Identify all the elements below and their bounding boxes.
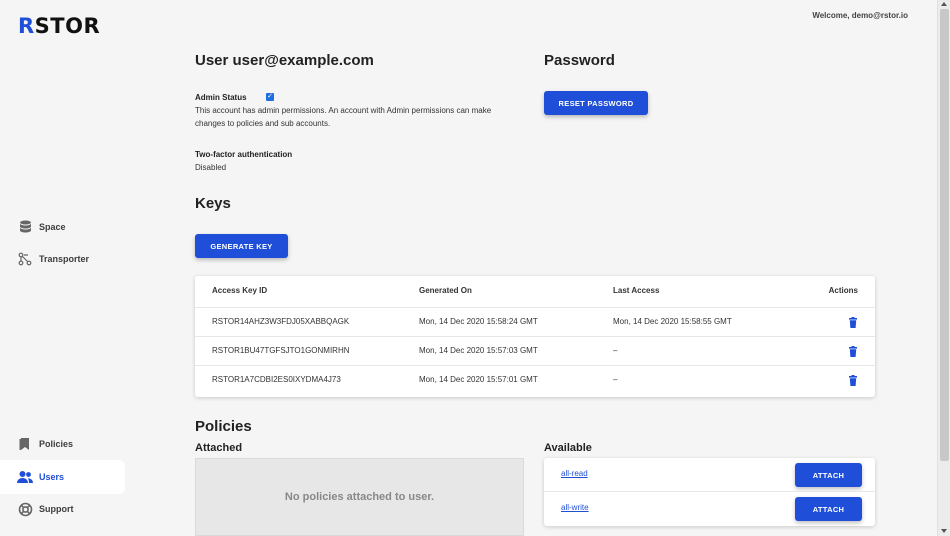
welcome-text: Welcome, demo@rstor.io	[812, 11, 908, 20]
sidebar-item-users[interactable]: Users	[0, 460, 125, 494]
available-policies-list: all-read ATTACH all-write ATTACH	[544, 458, 875, 526]
generated-on: Mon, 14 Dec 2020 15:58:24 GMT	[419, 317, 538, 326]
table-row: RSTOR14AHZ3W3FDJ05XABBQAGK Mon, 14 Dec 2…	[195, 307, 875, 336]
policy-link-all-read[interactable]: all-read	[561, 458, 588, 490]
table-row: RSTOR1BU47TGFSJTO1GONMIRHN Mon, 14 Dec 2…	[195, 336, 875, 365]
reset-password-button[interactable]: RESET PASSWORD	[544, 91, 648, 115]
list-item: all-write ATTACH	[544, 491, 875, 525]
bookmark-icon	[17, 436, 33, 452]
scroll-down-arrow-icon[interactable]	[941, 529, 947, 533]
keys-table: Access Key ID Generated On Last Access A…	[195, 276, 875, 397]
lifebuoy-icon	[17, 501, 33, 517]
list-item: all-read ATTACH	[544, 458, 875, 492]
admin-description-line2: changes to policies and sub accounts.	[195, 119, 331, 128]
table-row: RSTOR1A7CDBI2ES0IXYDMA4J73 Mon, 14 Dec 2…	[195, 365, 875, 394]
access-key-id: RSTOR14AHZ3W3FDJ05XABBQAGK	[212, 317, 350, 326]
keys-table-header: Access Key ID Generated On Last Access A…	[195, 276, 875, 306]
attach-button[interactable]: ATTACH	[795, 463, 862, 487]
two-factor-value: Disabled	[195, 163, 227, 172]
last-access: –	[613, 346, 618, 355]
sidebar: RSTOR Space Transporter Policies Users S…	[0, 0, 130, 536]
admin-status-checkbox[interactable]: ✓	[266, 93, 274, 101]
database-icon	[17, 219, 33, 235]
generate-key-button[interactable]: GENERATE KEY	[195, 234, 288, 258]
sidebar-item-label: Support	[39, 504, 74, 514]
keys-title: Keys	[195, 195, 231, 212]
access-key-id: RSTOR1A7CDBI2ES0IXYDMA4J73	[212, 375, 341, 384]
available-label: Available	[544, 442, 592, 454]
sidebar-item-space[interactable]: Space	[0, 210, 125, 244]
last-access: Mon, 14 Dec 2020 15:58:55 GMT	[613, 317, 732, 326]
sidebar-item-label: Transporter	[39, 254, 90, 264]
rstor-logo[interactable]: RSTOR	[18, 14, 100, 38]
two-factor-label: Two-factor authentication	[195, 150, 293, 159]
sidebar-item-label: Users	[39, 472, 65, 482]
column-header: Generated On	[419, 286, 472, 295]
column-header: Last Access	[613, 286, 660, 295]
sidebar-item-support[interactable]: Support	[0, 492, 125, 526]
generated-on: Mon, 14 Dec 2020 15:57:01 GMT	[419, 375, 538, 384]
attached-policies-empty: No policies attached to user.	[195, 458, 524, 536]
trash-icon[interactable]	[849, 317, 857, 328]
trash-icon[interactable]	[849, 346, 857, 357]
last-access: –	[613, 375, 618, 384]
admin-description-line1: This account has admin permissions. An a…	[195, 106, 492, 115]
admin-status-label: Admin Status	[195, 93, 247, 102]
sidebar-item-label: Policies	[39, 439, 74, 449]
generated-on: Mon, 14 Dec 2020 15:57:03 GMT	[419, 346, 538, 355]
access-key-id: RSTOR1BU47TGFSJTO1GONMIRHN	[212, 346, 350, 355]
attached-label: Attached	[195, 442, 243, 454]
policies-title: Policies	[195, 418, 252, 435]
transporter-icon	[17, 251, 33, 267]
user-title: User user@example.com	[195, 52, 374, 69]
trash-icon[interactable]	[849, 375, 857, 386]
sidebar-item-transporter[interactable]: Transporter	[0, 242, 125, 276]
column-header: Access Key ID	[212, 286, 268, 295]
sidebar-item-policies[interactable]: Policies	[0, 427, 125, 461]
password-title: Password	[544, 52, 615, 69]
scrollbar-thumb[interactable]	[940, 9, 949, 461]
sidebar-item-label: Space	[39, 222, 66, 232]
policy-link-all-write[interactable]: all-write	[561, 492, 589, 524]
scroll-up-arrow-icon[interactable]	[941, 2, 947, 6]
column-header: Actions	[828, 286, 858, 295]
vertical-scrollbar[interactable]	[937, 0, 950, 536]
users-icon	[17, 469, 33, 485]
attach-button[interactable]: ATTACH	[795, 497, 862, 521]
